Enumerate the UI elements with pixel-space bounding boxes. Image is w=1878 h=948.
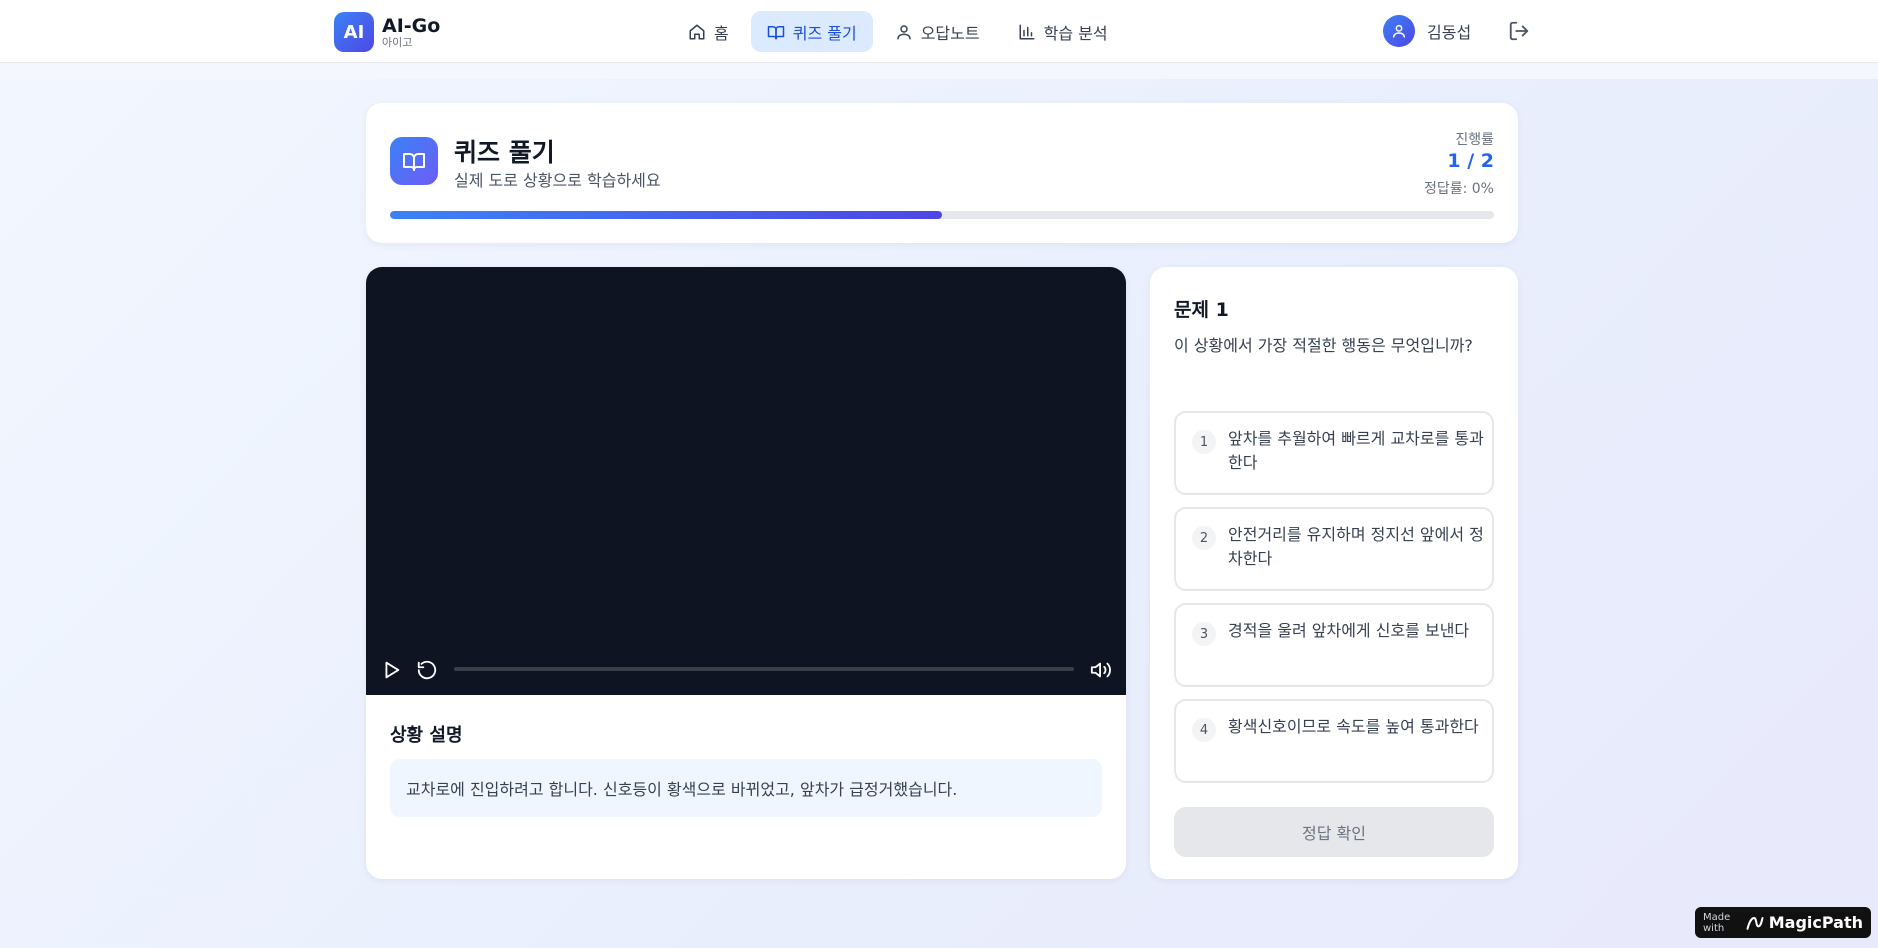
video-card: 상황 설명 교차로에 진입하려고 합니다. 신호등이 황색으로 바뀌었고, 앞차… (366, 267, 1126, 879)
nav-item-label: 홈 (714, 23, 729, 43)
brand-name: AI-Go (382, 15, 441, 37)
top-navigation-bar: AI AI-Go 아이고 홈 퀴즈 풀기 오답노트 학습 분석 김동섭 (0, 0, 1878, 63)
brand-logo: AI (334, 12, 374, 52)
accuracy-rate: 정답률: 0% (1423, 181, 1494, 197)
progress-bar-fill (390, 211, 942, 219)
user-profile[interactable]: 김동섭 (1383, 15, 1471, 47)
bar-chart-icon (1019, 24, 1035, 39)
answer-option-1[interactable]: 1 앞차를 추월하여 빠르게 교차로를 통과한다 (1174, 411, 1494, 495)
option-text: 앞차를 추월하여 빠르게 교차로를 통과한다 (1228, 429, 1484, 472)
avatar (1383, 15, 1415, 47)
nav-item-label: 학습 분석 (1043, 23, 1108, 43)
header-band (0, 63, 1878, 79)
book-icon (390, 137, 438, 185)
check-answer-button[interactable]: 정답 확인 (1174, 807, 1494, 857)
play-icon[interactable] (380, 659, 402, 681)
volume-icon[interactable] (1090, 659, 1112, 681)
nav-item-wrong-notes[interactable]: 오답노트 (879, 11, 996, 52)
badge-brand: MagicPath (1768, 913, 1863, 932)
badge-prefix: Made with (1703, 911, 1731, 934)
answer-option-2[interactable]: 2 안전거리를 유지하며 정지선 앞에서 정차한다 (1174, 507, 1494, 591)
progress-label: 진행률 (1455, 132, 1494, 148)
video-player[interactable] (366, 267, 1126, 695)
situation-text: 교차로에 진입하려고 합니다. 신호등이 황색으로 바뀌었고, 앞차가 급정거했… (406, 780, 958, 799)
main-nav: 홈 퀴즈 풀기 오답노트 학습 분석 (672, 11, 1124, 52)
option-number: 3 (1192, 622, 1216, 646)
answer-option-4[interactable]: 4 황색신호이므로 속도를 높여 통과한다 (1174, 699, 1494, 783)
question-title: 문제 1 (1174, 299, 1229, 321)
answer-option-3[interactable]: 3 경적을 울려 앞차에게 신호를 보낸다 (1174, 603, 1494, 687)
quiz-header-card: 퀴즈 풀기 실제 도로 상황으로 학습하세요 진행률 1 / 2 정답률: 0% (366, 103, 1518, 243)
nav-item-label: 오답노트 (920, 23, 980, 43)
option-number: 4 (1192, 718, 1216, 742)
video-seek-bar[interactable] (454, 667, 1074, 671)
nav-item-home[interactable]: 홈 (672, 11, 745, 52)
option-text: 안전거리를 유지하며 정지선 앞에서 정차한다 (1228, 525, 1484, 568)
user-name: 김동섭 (1427, 23, 1472, 42)
made-with-badge[interactable]: Made with MagicPath (1695, 907, 1871, 938)
page-subtitle: 실제 도로 상황으로 학습하세요 (454, 171, 661, 190)
user-icon (896, 24, 911, 39)
magicpath-logo-icon (1746, 916, 1764, 930)
page-title: 퀴즈 풀기 (454, 138, 555, 167)
logout-icon[interactable] (1508, 20, 1530, 42)
nav-item-quiz[interactable]: 퀴즈 풀기 (750, 11, 873, 52)
question-card: 문제 1 이 상황에서 가장 적절한 행동은 무엇입니까? 1 앞차를 추월하여… (1150, 267, 1518, 879)
brand[interactable]: AI AI-Go 아이고 (334, 12, 440, 52)
option-number: 1 (1192, 430, 1216, 454)
replay-icon[interactable] (416, 659, 438, 681)
option-number: 2 (1192, 526, 1216, 550)
nav-item-label: 퀴즈 풀기 (792, 23, 857, 43)
book-icon (767, 25, 784, 39)
brand-subtitle: 아이고 (382, 36, 413, 49)
option-text: 황색신호이므로 속도를 높여 통과한다 (1228, 717, 1479, 736)
progress-bar (390, 211, 1494, 219)
home-icon (689, 24, 705, 39)
situation-description: 교차로에 진입하려고 합니다. 신호등이 황색으로 바뀌었고, 앞차가 급정거했… (390, 759, 1102, 817)
option-text: 경적을 울려 앞차에게 신호를 보낸다 (1228, 621, 1470, 640)
nav-item-analysis[interactable]: 학습 분석 (1002, 11, 1124, 52)
user-icon (1392, 24, 1406, 38)
question-text: 이 상황에서 가장 적절한 행동은 무엇입니까? (1174, 336, 1473, 355)
progress-value: 1 / 2 (1447, 150, 1494, 172)
situation-title: 상황 설명 (390, 725, 463, 746)
